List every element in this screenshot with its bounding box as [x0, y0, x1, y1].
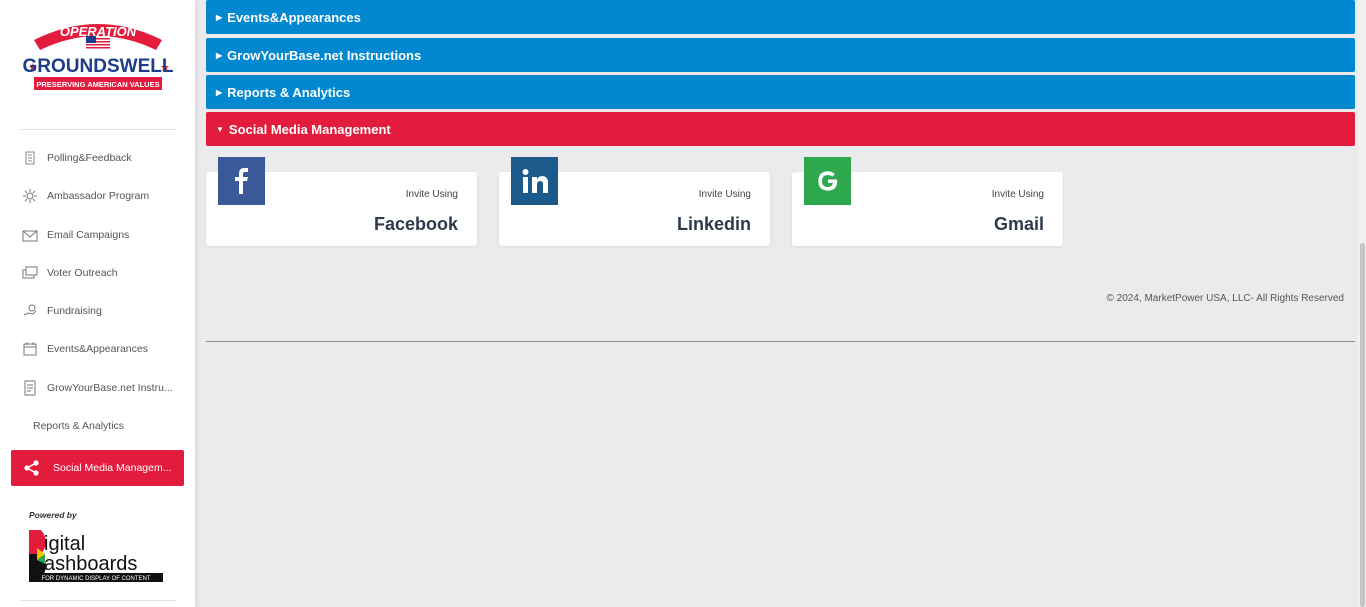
caret-down-icon: ▼ — [216, 124, 224, 134]
sidebar: OPERATION ★ ★ GROUNDSWELL PRESERVING AME… — [0, 0, 195, 607]
invite-linkedin-card[interactable]: Invite Using Linkedin — [499, 157, 770, 246]
card-invite-label: Invite Using — [991, 189, 1044, 200]
sidebar-item-label: Email Campaigns — [47, 229, 130, 241]
footer-divider — [206, 341, 1355, 342]
section-growyourbase-instructions[interactable]: ▶ GrowYourBase.net Instructions — [206, 38, 1355, 72]
sidebar-item-ambassador[interactable]: Ambassador Program — [11, 178, 184, 214]
section-label: Social Media Management — [228, 121, 391, 137]
digital-dashboards-logo[interactable]: igital ashboards FOR DYNAMIC DISPLAY OF … — [27, 526, 165, 584]
sidebar-item-reports[interactable]: Reports & Analytics — [11, 408, 184, 444]
scrollbar-thumb[interactable] — [1360, 243, 1365, 607]
linkedin-icon — [511, 157, 558, 205]
section-reports-analytics[interactable]: ▶ Reports & Analytics — [206, 75, 1355, 109]
google-icon — [804, 157, 851, 205]
section-label: Reports & Analytics — [227, 84, 351, 100]
sidebar-item-label: Social Media Managem... — [53, 462, 172, 474]
sidebar-item-fundraising[interactable]: Fundraising — [11, 293, 184, 329]
sidebar-item-voter-outreach[interactable]: Voter Outreach — [11, 255, 184, 291]
sidebar-divider — [20, 600, 176, 601]
sidebar-item-label: Events&Appearances — [47, 343, 148, 355]
calendar-icon — [21, 340, 39, 358]
email-icon — [21, 226, 39, 244]
sidebar-item-social-media[interactable]: Social Media Managem... — [11, 450, 184, 486]
sidebar-item-email-campaigns[interactable]: Email Campaigns — [11, 217, 184, 253]
document-icon — [21, 379, 39, 397]
sidebar-item-polling[interactable]: Polling&Feedback — [11, 140, 184, 176]
svg-text:PRESERVING AMERICAN VALUES: PRESERVING AMERICAN VALUES — [36, 80, 159, 89]
sidebar-divider — [20, 129, 176, 130]
card-invite-label: Invite Using — [698, 189, 751, 200]
scrollbar-track[interactable] — [1358, 0, 1366, 607]
invite-facebook-card[interactable]: Invite Using Facebook — [206, 157, 477, 246]
sidebar-item-label: Fundraising — [47, 305, 102, 317]
svg-text:igital: igital — [44, 533, 85, 555]
poll-icon — [21, 149, 39, 167]
operation-groundswell-logo[interactable]: OPERATION ★ ★ GROUNDSWELL PRESERVING AME… — [20, 14, 176, 100]
sidebar-item-label: Polling&Feedback — [47, 152, 132, 164]
svg-text:FOR DYNAMIC DISPLAY OF CONTENT: FOR DYNAMIC DISPLAY OF CONTENT — [41, 576, 150, 582]
sidebar-item-label: Ambassador Program — [47, 190, 150, 202]
fundraising-icon — [21, 302, 39, 320]
ambassador-icon — [21, 187, 39, 205]
caret-right-icon: ▶ — [216, 87, 223, 97]
sidebar-item-events[interactable]: Events&Appearances — [11, 331, 184, 367]
invite-gmail-card[interactable]: Invite Using Gmail — [792, 157, 1063, 246]
caret-right-icon: ▶ — [216, 12, 223, 22]
section-label: GrowYourBase.net Instructions — [227, 47, 422, 63]
copyright-text: © 2024, MarketPower USA, LLC- All Rights… — [1106, 293, 1344, 304]
svg-text:ashboards: ashboards — [44, 553, 137, 575]
facebook-icon — [218, 157, 265, 205]
caret-right-icon: ▶ — [216, 50, 223, 60]
powered-by-label: Powered by — [29, 510, 77, 520]
sidebar-item-label: Reports & Analytics — [33, 420, 125, 432]
card-service-name: Linkedin — [676, 214, 751, 234]
sidebar-item-growyourbase[interactable]: GrowYourBase.net Instru... — [11, 370, 184, 406]
card-service-name: Gmail — [993, 214, 1044, 234]
section-label: Events&Appearances — [227, 9, 361, 25]
section-social-media-management[interactable]: ▼ Social Media Management — [206, 112, 1355, 146]
svg-text:GROUNDSWELL: GROUNDSWELL — [23, 56, 174, 77]
share-icon — [23, 459, 41, 477]
outreach-icon — [21, 264, 39, 282]
sidebar-item-label: GrowYourBase.net Instru... — [47, 382, 173, 394]
card-service-name: Facebook — [373, 214, 458, 234]
card-invite-label: Invite Using — [405, 189, 458, 200]
section-events-appearances[interactable]: ▶ Events&Appearances — [206, 0, 1355, 34]
sidebar-item-label: Voter Outreach — [47, 267, 118, 279]
